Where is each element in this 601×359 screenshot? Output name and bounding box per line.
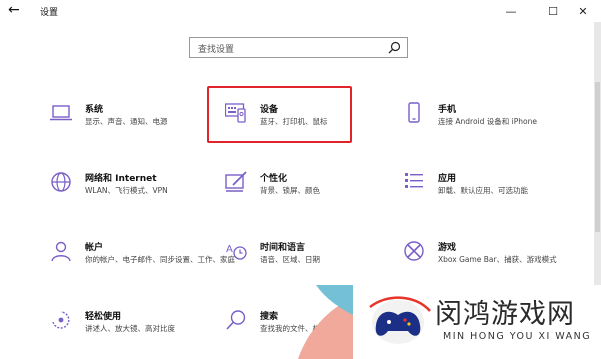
setting-network[interactable]: 网络和 Internet WLAN、飞行模式、VPN (50, 171, 220, 215)
search-box[interactable]: 查找设置 (189, 37, 408, 58)
setting-title: 手机 (438, 105, 457, 115)
setting-desc: 你的帐户、电子邮件、同步设置、工作、家庭 (85, 255, 235, 264)
minimize-icon: — (505, 4, 517, 18)
window-title: 设置 (40, 8, 59, 18)
laptop-icon (50, 105, 72, 121)
setting-desc: 连接 Android 设备和 iPhone (438, 117, 537, 126)
scrollbar-thumb[interactable] (595, 82, 600, 232)
setting-phone[interactable]: 手机 连接 Android 设备和 iPhone (403, 102, 573, 146)
setting-system[interactable]: 系统 显示、声音、通知、电源 (50, 102, 220, 146)
search-icon (388, 41, 401, 54)
setting-desc: 显示、声音、通知、电源 (85, 117, 168, 126)
search-icon (226, 310, 246, 330)
paint-icon (225, 171, 247, 192)
setting-apps[interactable]: 应用 卸载、默认应用、可选功能 (403, 171, 573, 215)
maximize-icon: ☐ (548, 4, 558, 18)
setting-accounts[interactable]: 帐户 你的帐户、电子邮件、同步设置、工作、家庭 (50, 240, 235, 284)
setting-title: 游戏 (438, 243, 457, 253)
setting-title: 搜索 (260, 312, 279, 322)
setting-title: 应用 (438, 174, 457, 184)
setting-title: 系统 (85, 105, 104, 115)
setting-title: 帐户 (85, 243, 104, 253)
setting-desc: 语音、区域、日期 (260, 255, 320, 264)
minimize-button[interactable]: — (493, 0, 529, 22)
setting-desc: 讲述人、放大镜、高对比度 (85, 324, 175, 333)
title-bar: ← 设置 — ☐ ✕ (0, 0, 601, 22)
setting-desc: Xbox Game Bar、捕获、游戏模式 (438, 255, 557, 264)
close-button[interactable]: ✕ (565, 0, 601, 22)
svg-text:A: A (226, 244, 233, 255)
setting-gaming[interactable]: 游戏 Xbox Game Bar、捕获、游戏模式 (403, 240, 573, 284)
watermark-subtitle: MIN HONG YOU XI WANG (443, 331, 592, 342)
setting-desc: WLAN、飞行模式、VPN (85, 186, 168, 195)
xbox-icon (404, 241, 424, 261)
apps-list-icon (405, 173, 423, 188)
search-placeholder: 查找设置 (198, 45, 235, 55)
setting-ease-of-access[interactable]: 轻松使用 讲述人、放大镜、高对比度 (50, 309, 220, 353)
setting-desc: 卸载、默认应用、可选功能 (438, 186, 528, 195)
ease-of-access-icon (52, 311, 70, 329)
back-button[interactable]: ← (8, 2, 20, 18)
close-icon: ✕ (578, 4, 588, 18)
setting-title: 轻松使用 (85, 312, 122, 322)
phone-icon (408, 102, 420, 123)
person-icon (51, 241, 71, 262)
setting-time-language[interactable]: A 时间和语言 语音、区域、日期 (225, 240, 395, 284)
watermark-name: 闵鸿游戏网 (435, 299, 575, 330)
setting-title: 时间和语言 (260, 243, 306, 253)
setting-title: 个性化 (260, 174, 288, 184)
time-language-icon: A (226, 244, 247, 260)
highlight-box (207, 86, 352, 143)
setting-title: 网络和 Internet (85, 174, 157, 184)
globe-icon (51, 172, 71, 192)
setting-personalization[interactable]: 个性化 背景、锁屏、颜色 (225, 171, 395, 215)
setting-desc: 背景、锁屏、颜色 (260, 186, 320, 195)
